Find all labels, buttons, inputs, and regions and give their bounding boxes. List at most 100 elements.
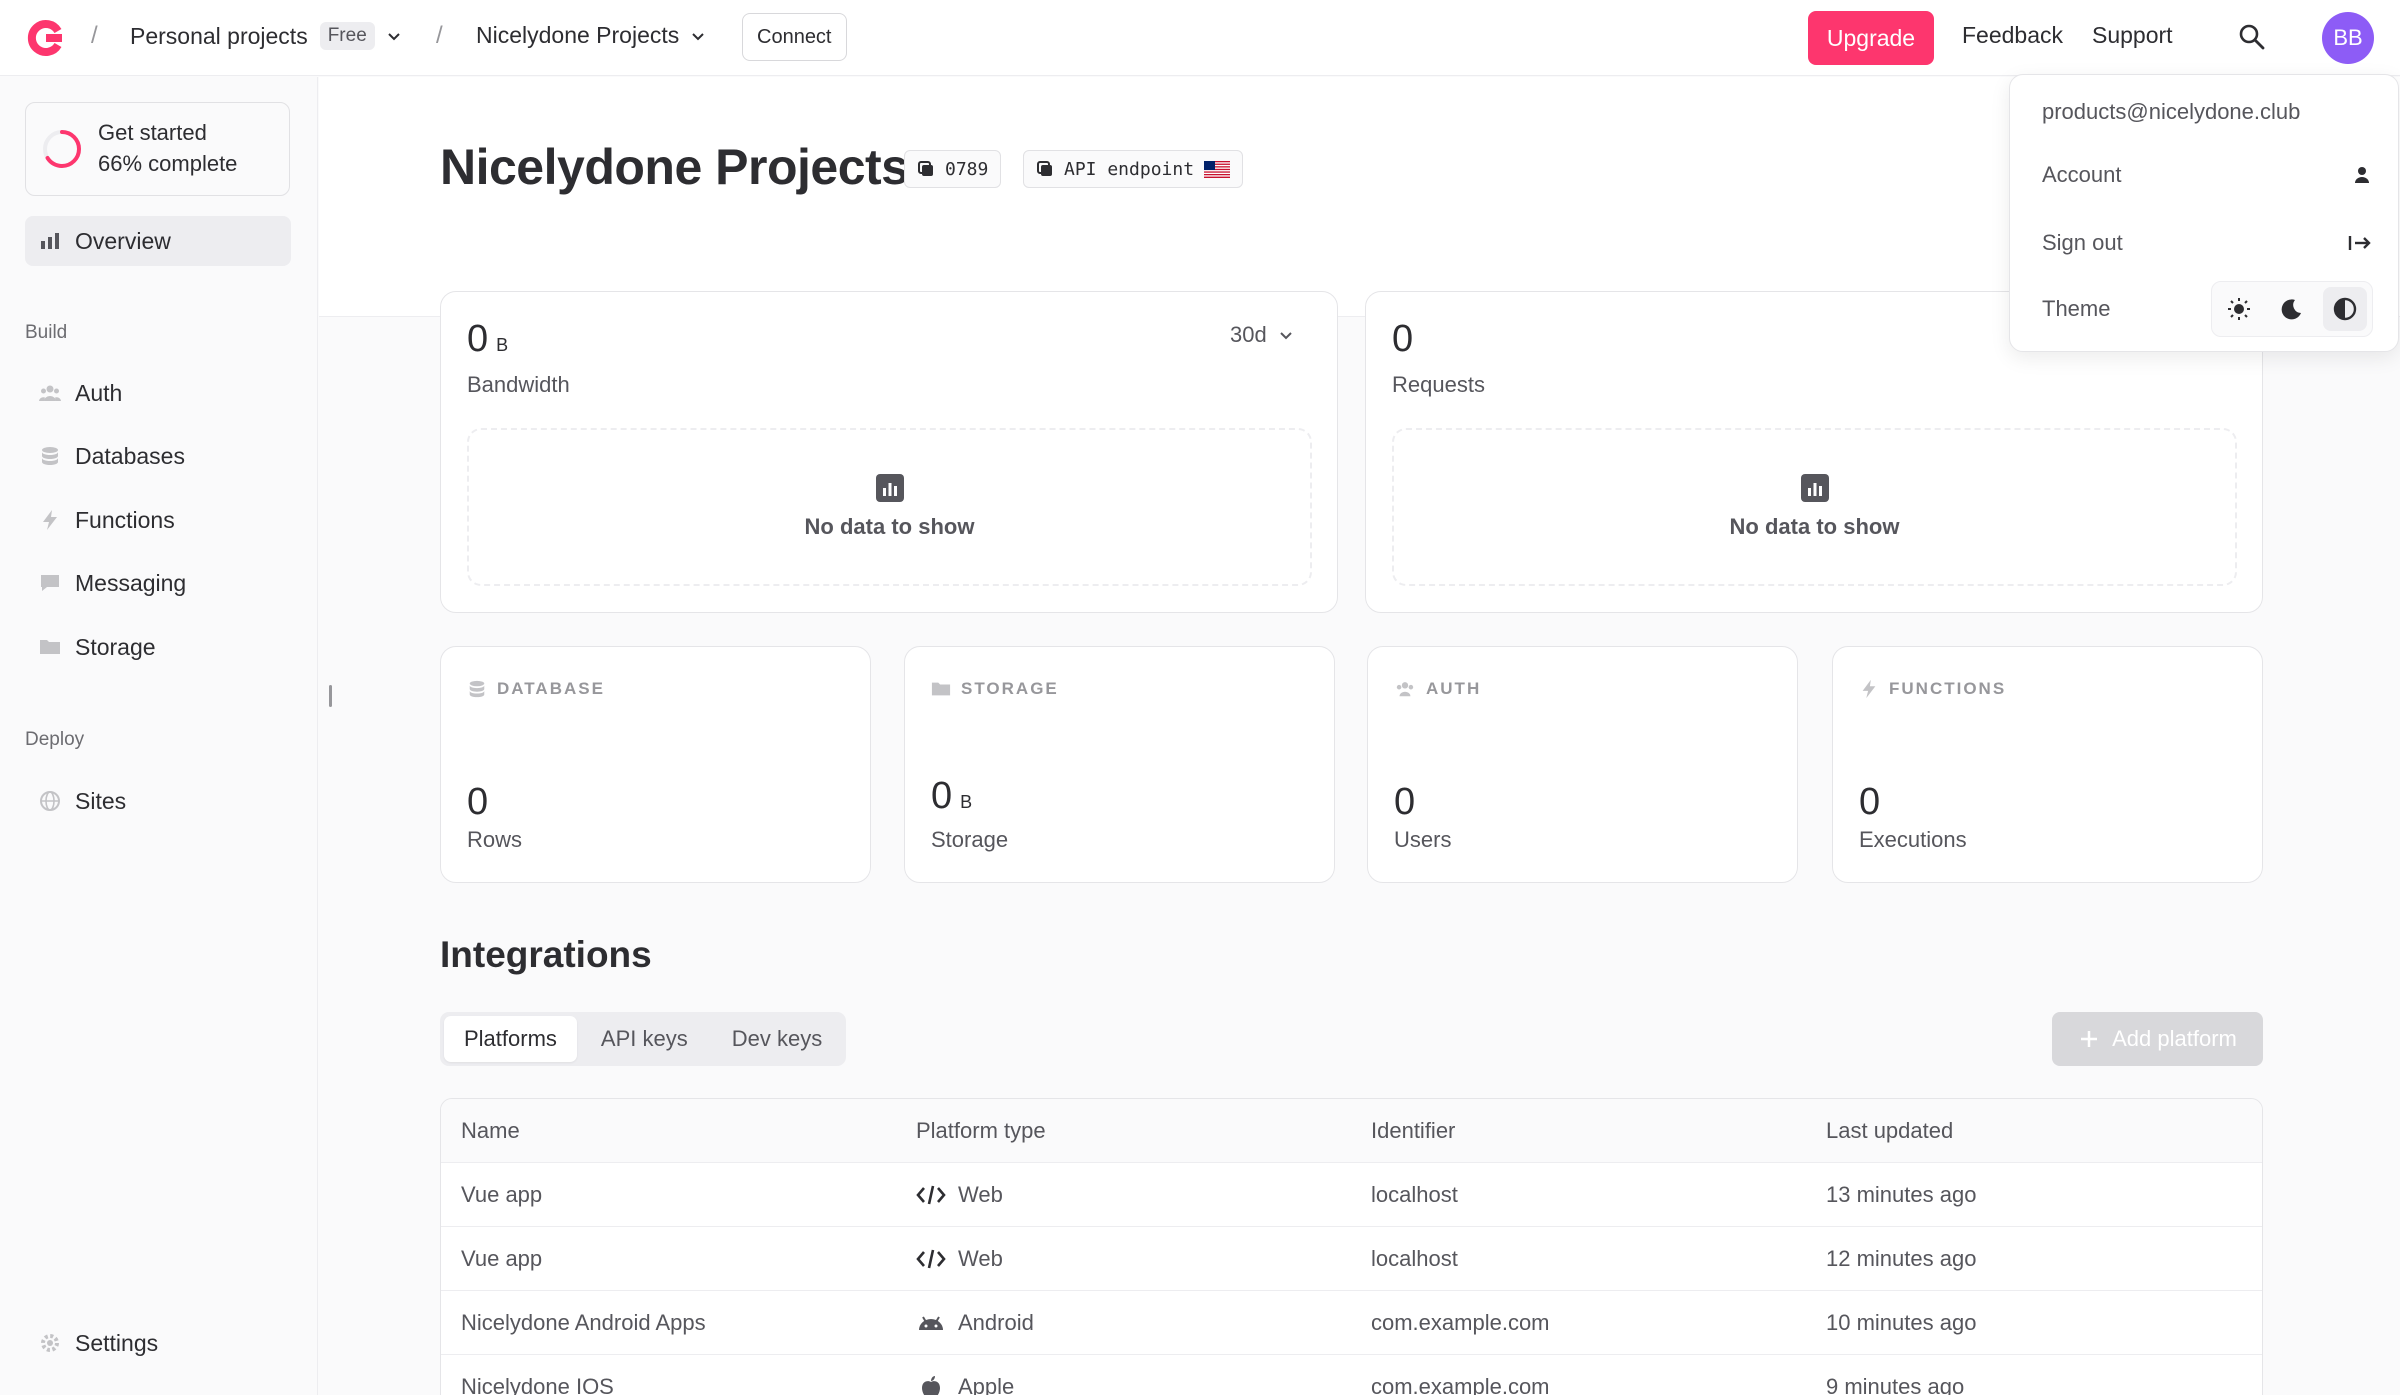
stat-card-functions[interactable]: FUNCTIONS 0 Executions xyxy=(1832,646,2263,883)
platform-name: Nicelydone Android Apps xyxy=(461,1310,706,1335)
search-icon[interactable] xyxy=(2237,22,2267,52)
chevron-down-icon xyxy=(388,33,400,41)
sidebar-item-label: Overview xyxy=(75,227,171,254)
project-switcher[interactable]: Nicelydone Projects xyxy=(476,22,705,49)
page-title: Nicelydone Projects xyxy=(440,139,909,195)
bandwidth-label: Bandwidth xyxy=(467,372,570,397)
sign-out-label: Sign out xyxy=(2042,230,2123,255)
platform-identifier: com.example.com xyxy=(1371,1374,1550,1395)
column-header: Last updated xyxy=(1826,1118,1954,1143)
sidebar-item-auth[interactable]: Auth xyxy=(25,368,291,418)
sun-icon xyxy=(2227,298,2250,320)
table-row[interactable]: Nicelydone Android Apps Android com.exam… xyxy=(441,1291,2262,1355)
stat-card-auth[interactable]: AUTH 0 Users xyxy=(1367,646,1798,883)
sidebar-item-label: Sites xyxy=(75,787,127,814)
sidebar-item-functions[interactable]: Functions xyxy=(25,495,291,545)
platform-updated: 12 minutes ago xyxy=(1826,1246,1977,1271)
account-menu-item[interactable]: Account xyxy=(2042,155,2372,195)
stat-heading: STORAGE xyxy=(961,679,1059,698)
theme-label: Theme xyxy=(2042,296,2111,321)
tab-platforms[interactable]: Platforms xyxy=(444,1016,577,1062)
database-icon xyxy=(39,445,61,467)
sidebar-item-overview[interactable]: Overview xyxy=(25,216,291,266)
copy-icon xyxy=(918,161,933,176)
theme-dark-button[interactable] xyxy=(2270,287,2314,331)
platform-identifier: localhost xyxy=(1371,1182,1458,1207)
sign-out-icon xyxy=(2348,236,2371,250)
add-platform-button[interactable]: Add platform xyxy=(2052,1012,2263,1066)
plan-badge: Free xyxy=(319,22,375,50)
sidebar-item-label: Databases xyxy=(75,442,185,469)
copy-icon xyxy=(1037,161,1052,176)
breadcrumb-separator: / xyxy=(436,22,443,49)
tab-dev-keys[interactable]: Dev keys xyxy=(712,1016,842,1062)
stat-card-database[interactable]: DATABASE 0 Rows xyxy=(440,646,871,883)
stat-label: Users xyxy=(1394,827,1452,852)
theme-system-button[interactable] xyxy=(2323,287,2368,331)
support-link[interactable]: Support xyxy=(2092,22,2173,49)
range-select[interactable]: 30d xyxy=(1230,322,1293,348)
sidebar-resize-handle[interactable] xyxy=(329,685,332,707)
upgrade-button[interactable]: Upgrade xyxy=(1808,11,1934,65)
top-bar: / Personal projects Free / Nicelydone Pr… xyxy=(0,0,2400,76)
sidebar-item-label: Storage xyxy=(75,633,156,660)
user-email: products@nicelydone.club xyxy=(2042,99,2301,124)
platform-type: Web xyxy=(958,1182,1003,1207)
chart-icon xyxy=(1800,474,1829,502)
get-started-card[interactable]: Get started 66% complete xyxy=(25,102,290,196)
avatar[interactable]: BB xyxy=(2322,12,2374,64)
table-row[interactable]: Nicelydone IOS Apple com.example.com 9 m… xyxy=(441,1355,2262,1395)
platform-identifier: localhost xyxy=(1371,1246,1458,1271)
sidebar-item-sites[interactable]: Sites xyxy=(25,776,291,826)
stat-value: 0 xyxy=(467,781,489,823)
user-menu-dropdown: products@nicelydone.club Account Sign ou… xyxy=(2009,74,2399,352)
code-icon xyxy=(916,1185,946,1205)
appwrite-logo-icon[interactable] xyxy=(24,18,64,58)
build-heading: Build xyxy=(25,322,68,343)
sidebar-item-databases[interactable]: Databases xyxy=(25,431,291,481)
platform-type: Android xyxy=(958,1310,1034,1335)
get-started-progress: 66% complete xyxy=(98,151,238,176)
project-id-copy[interactable]: 0789 xyxy=(904,150,1002,188)
platform-type: Apple xyxy=(958,1374,1015,1395)
platform-name: Nicelydone IOS xyxy=(461,1374,614,1395)
folder-icon xyxy=(39,636,61,658)
api-endpoint-label: API endpoint xyxy=(1064,158,1195,180)
chat-icon xyxy=(39,572,61,594)
stat-card-storage[interactable]: STORAGE 0B Storage xyxy=(904,646,1335,883)
sign-out-menu-item[interactable]: Sign out xyxy=(2042,223,2372,263)
sidebar-item-messaging[interactable]: Messaging xyxy=(25,558,291,608)
sidebar: Get started 66% complete Overview Build … xyxy=(0,77,318,1395)
column-header: Identifier xyxy=(1371,1118,1456,1143)
api-endpoint-copy[interactable]: API endpoint xyxy=(1023,150,1244,188)
deploy-heading: Deploy xyxy=(25,729,85,750)
org-name: Personal projects xyxy=(130,22,308,49)
database-icon xyxy=(469,680,485,698)
project-name: Nicelydone Projects xyxy=(476,22,680,48)
tab-api-keys[interactable]: API keys xyxy=(581,1016,708,1062)
feedback-link[interactable]: Feedback xyxy=(1962,22,2063,49)
requests-value: 0 xyxy=(1392,318,1414,360)
platform-name: Vue app xyxy=(461,1246,543,1271)
theme-toggle xyxy=(2211,281,2373,337)
sidebar-item-settings[interactable]: Settings xyxy=(25,1318,291,1368)
sidebar-item-storage[interactable]: Storage xyxy=(25,622,291,672)
bandwidth-value: 0B xyxy=(467,318,509,360)
theme-light-button[interactable] xyxy=(2217,287,2261,331)
table-row[interactable]: Vue app Web localhost 13 minutes ago xyxy=(441,1163,2262,1227)
no-data-text: No data to show xyxy=(1729,514,1900,539)
apple-icon xyxy=(922,1376,940,1395)
stat-heading: FUNCTIONS xyxy=(1889,679,2007,698)
chevron-down-icon xyxy=(1280,332,1292,340)
table-row[interactable]: Vue app Web localhost 12 minutes ago xyxy=(441,1227,2262,1291)
org-switcher[interactable]: Personal projects Free xyxy=(130,22,401,50)
stat-label: Executions xyxy=(1859,827,1967,852)
breadcrumb-separator: / xyxy=(91,22,98,49)
connect-button[interactable]: Connect xyxy=(742,13,847,61)
project-id: 0789 xyxy=(945,158,989,180)
add-platform-label: Add platform xyxy=(2112,1026,2237,1051)
no-data-placeholder: No data to show xyxy=(467,428,1312,586)
lightning-icon xyxy=(39,509,61,531)
stat-label: Rows xyxy=(467,827,523,852)
stat-label: Storage xyxy=(931,827,1009,852)
